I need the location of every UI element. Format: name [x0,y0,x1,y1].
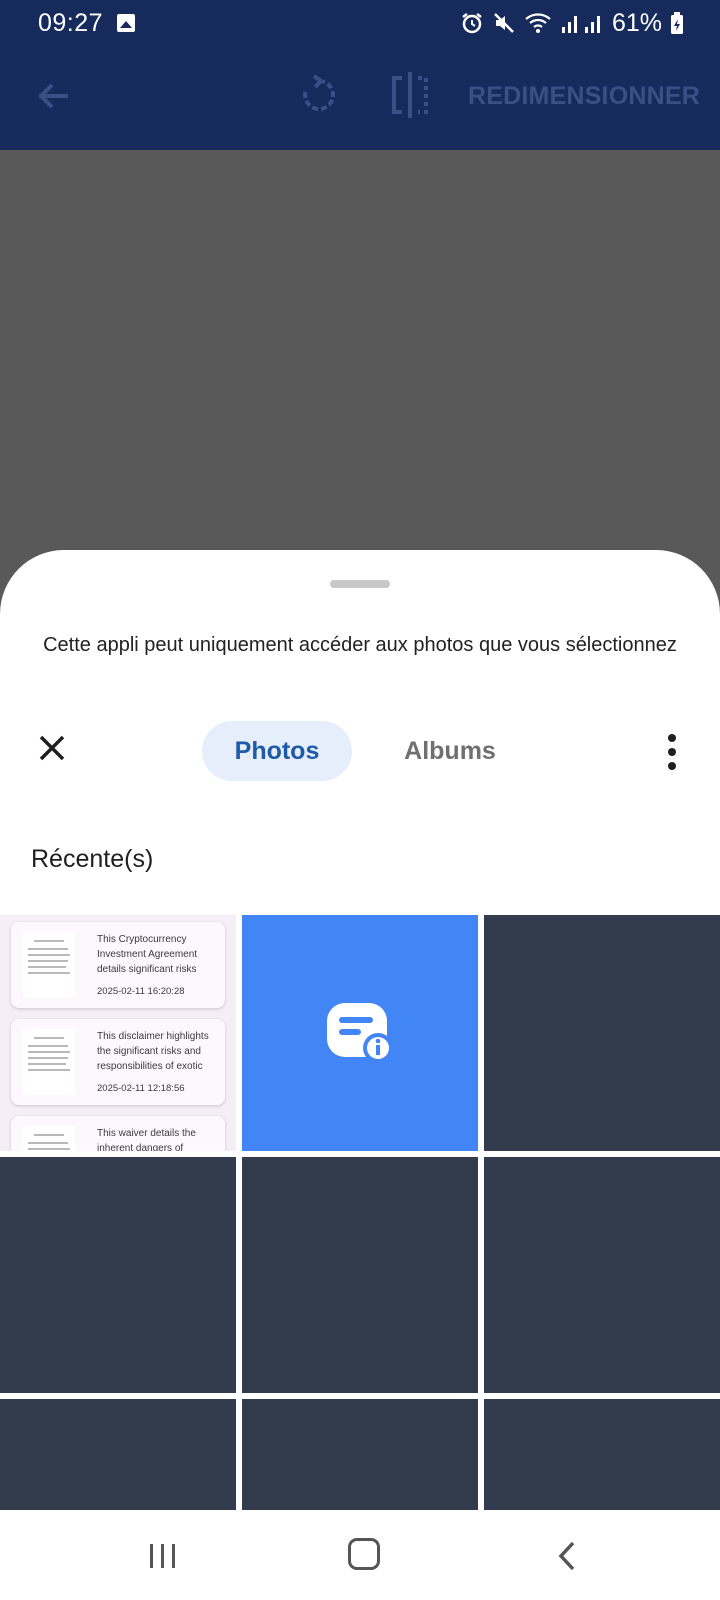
section-title: Récente(s) [31,845,154,873]
photo-tile[interactable] [0,1157,236,1393]
flip-icon[interactable] [390,72,430,118]
doc-card: This disclaimer highlights the significa… [11,1019,225,1105]
doc-card: This Cryptocurrency Investment Agreement… [11,922,225,1008]
battery-percent: 61% [611,8,662,37]
doc-date: 2025-02-11 16:20:28 [97,986,185,997]
mute-icon [494,13,514,33]
more-vert-icon[interactable] [650,730,694,774]
tab-albums[interactable]: Albums [390,721,510,781]
alarm-icon [462,13,482,34]
doc-thumbnail [23,932,75,998]
photo-tile[interactable] [0,1399,236,1510]
resize-button[interactable]: REDIMENSIONNER [468,82,700,111]
photo-tile[interactable] [242,1399,478,1510]
photo-tile[interactable]: This Cryptocurrency Investment Agreement… [0,915,236,1151]
photo-tile[interactable] [484,915,720,1151]
rotate-icon[interactable] [298,74,340,116]
doc-card: This waiver details the inherent dangers… [11,1116,225,1151]
doc-summary: This Cryptocurrency Investment Agreement… [97,934,198,975]
battery-icon [671,12,683,34]
drag-handle[interactable] [330,580,390,588]
photo-grid: This Cryptocurrency Investment Agreement… [0,915,720,1510]
app-toolbar: REDIMENSIONNER [0,46,720,150]
gallery-icon [117,14,136,32]
signal-icon [561,16,600,33]
doc-summary: This disclaimer highlights the significa… [97,1031,209,1072]
back-arrow-icon[interactable] [34,76,74,116]
close-icon[interactable] [32,728,72,768]
photo-tile[interactable] [484,1157,720,1393]
doc-thumbnail [23,1029,75,1095]
wifi-icon [525,13,551,33]
permission-notice: Cette appli peut uniquement accéder aux … [43,634,677,656]
photo-picker-sheet: Cette appli peut uniquement accéder aux … [0,550,720,1510]
nav-back-icon[interactable] [555,1540,579,1572]
tab-photos[interactable]: Photos [202,721,352,781]
nav-recent-icon[interactable] [148,1542,178,1570]
message-info-icon [327,1003,393,1063]
system-nav-bar [0,1510,720,1600]
status-bar: 09:27 61% [0,0,720,46]
doc-summary: This waiver details the inherent dangers… [97,1128,196,1151]
photo-tile[interactable] [242,1157,478,1393]
photo-tile[interactable] [242,915,478,1151]
doc-date: 2025-02-11 12:18:56 [97,1083,185,1094]
status-icons: 61% [460,9,684,38]
photo-tile[interactable] [484,1399,720,1510]
status-time: 09:27 [38,8,104,37]
nav-home-icon[interactable] [348,1538,380,1570]
doc-thumbnail [23,1126,75,1151]
